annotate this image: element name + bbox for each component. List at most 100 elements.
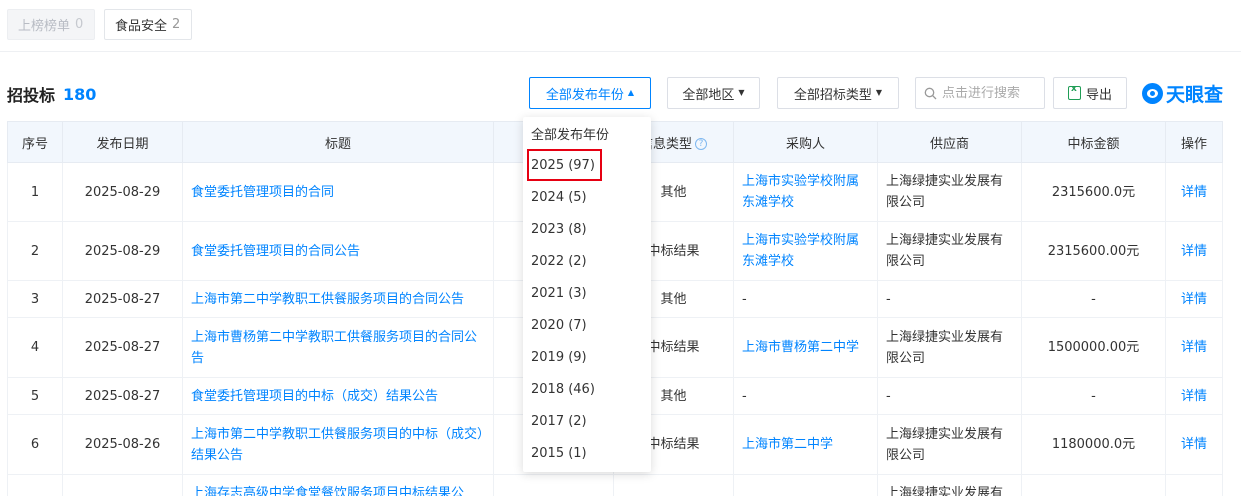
tab-count: 0: [75, 17, 84, 32]
cell-buyer: [733, 474, 878, 496]
detail-link[interactable]: 详情: [1165, 162, 1223, 222]
cell-amount: 1180000.0元: [1021, 414, 1166, 475]
cell-amount: [1021, 474, 1166, 496]
cell-title-link[interactable]: 上海存志高级中学食堂餐饮服务项目中标结果公: [182, 474, 494, 496]
caret-down-icon: ▼: [875, 88, 883, 97]
top-tab-bar: 上榜榜单 0 食品安全 2: [0, 0, 1241, 52]
tianyancha-logo: 天眼查: [1142, 80, 1223, 107]
tab-ranking-list: 上榜榜单 0: [7, 9, 95, 40]
cell-index: 3: [7, 280, 63, 318]
year-option-2015[interactable]: 2015 (1): [523, 437, 651, 469]
cell-supplier: -: [877, 280, 1022, 318]
region-filter-dropdown[interactable]: 全部地区 ▼: [667, 77, 760, 109]
cell-supplier: 上海绿捷实业发展有限公司: [877, 317, 1022, 378]
cell-supplier: 上海绿捷实业发展有限公司: [877, 221, 1022, 281]
cell-title-link[interactable]: 食堂委托管理项目的中标（成交）结果公告: [182, 377, 494, 415]
cell-supplier: -: [877, 377, 1022, 415]
cell-date: 2025-08-27: [62, 317, 183, 378]
table-row: 上海存志高级中学食堂餐饮服务项目中标结果公 上海绿捷实业发展有: [7, 474, 1223, 496]
caret-up-icon: ▲: [627, 88, 635, 97]
year-option-2018[interactable]: 2018 (46): [523, 373, 651, 405]
col-header-index: 序号: [7, 121, 63, 163]
cell-index: 5: [7, 377, 63, 415]
col-header-title: 标题: [182, 121, 494, 163]
section-count: 180: [63, 84, 97, 104]
year-option-2025[interactable]: 2025 (97): [527, 149, 602, 181]
detail-link[interactable]: 详情: [1165, 377, 1223, 415]
cell-buyer-link[interactable]: 上海市曹杨第二中学: [733, 317, 878, 378]
cell-info-type: [613, 474, 734, 496]
cell-index: [7, 474, 63, 496]
year-option-2024[interactable]: 2024 (5): [523, 181, 651, 213]
year-option-2019[interactable]: 2019 (9): [523, 341, 651, 373]
tab-label: 食品安全: [115, 19, 168, 34]
year-dropdown-menu: 全部发布年份 2025 (97) 2024 (5) 2023 (8) 2022 …: [523, 117, 651, 472]
cell-date: [62, 474, 183, 496]
year-option-2017[interactable]: 2017 (2): [523, 405, 651, 437]
cell-buyer-link[interactable]: 上海市第二中学: [733, 414, 878, 475]
cell-amount: 2315600.0元: [1021, 162, 1166, 222]
col-header-date: 发布日期: [62, 121, 183, 163]
detail-link[interactable]: 详情: [1165, 221, 1223, 281]
tab-label: 上榜榜单: [18, 19, 71, 34]
section-title: 招投标: [7, 86, 56, 105]
bid-type-filter-label: 全部招标类型: [793, 87, 872, 103]
col-header-amount: 中标金额: [1021, 121, 1166, 163]
year-option-2020[interactable]: 2020 (7): [523, 309, 651, 341]
excel-icon: [1067, 84, 1081, 100]
cell-supplier: 上海绿捷实业发展有限公司: [877, 162, 1022, 222]
cell-action: [1165, 474, 1223, 496]
col-header-buyer: 采购人: [733, 121, 878, 163]
cell-title-link[interactable]: 上海市第二中学教职工供餐服务项目的中标（成交）结果公告: [182, 414, 494, 475]
search-box: [915, 77, 1045, 109]
year-filter-dropdown[interactable]: 全部发布年份 ▲: [529, 77, 651, 109]
cell-title-link[interactable]: 上海市第二中学教职工供餐服务项目的合同公告: [182, 280, 494, 318]
cell-buyer: -: [733, 280, 878, 318]
year-filter-label: 全部发布年份: [545, 87, 624, 103]
cell-date: 2025-08-29: [62, 221, 183, 281]
cell-amount: -: [1021, 377, 1166, 415]
cell-amount: -: [1021, 280, 1166, 318]
tab-count: 2: [172, 17, 181, 32]
col-header-action: 操作: [1165, 121, 1223, 163]
export-label: 导出: [1085, 87, 1112, 103]
cell-buyer: -: [733, 377, 878, 415]
cell-supplier: 上海绿捷实业发展有: [877, 474, 1022, 496]
cell-amount: 1500000.00元: [1021, 317, 1166, 378]
year-option-2021[interactable]: 2021 (3): [523, 277, 651, 309]
year-option-2023[interactable]: 2023 (8): [523, 213, 651, 245]
logo-text: 天眼查: [1166, 84, 1224, 106]
cell-date: 2025-08-26: [62, 414, 183, 475]
year-option-2022[interactable]: 2022 (2): [523, 245, 651, 277]
cell-index: 1: [7, 162, 63, 222]
cell-title-link[interactable]: 食堂委托管理项目的合同公告: [182, 221, 494, 281]
bid-type-filter-dropdown[interactable]: 全部招标类型 ▼: [777, 77, 899, 109]
caret-down-icon: ▼: [738, 88, 745, 97]
cell-date: 2025-08-29: [62, 162, 183, 222]
logo-icon: [1142, 83, 1163, 104]
detail-link[interactable]: 详情: [1165, 317, 1223, 378]
cell-hidden: [493, 474, 614, 496]
cell-title-link[interactable]: 食堂委托管理项目的合同: [182, 162, 494, 222]
cell-index: 4: [7, 317, 63, 378]
help-icon[interactable]: ?: [695, 138, 707, 150]
cell-buyer-link[interactable]: 上海市实验学校附属东滩学校: [733, 162, 878, 222]
cell-index: 2: [7, 221, 63, 281]
cell-title-link[interactable]: 上海市曹杨第二中学教职工供餐服务项目的合同公告: [182, 317, 494, 378]
detail-link[interactable]: 详情: [1165, 414, 1223, 475]
cell-buyer-link[interactable]: 上海市实验学校附属东滩学校: [733, 221, 878, 281]
region-filter-label: 全部地区: [682, 87, 735, 103]
cell-amount: 2315600.00元: [1021, 221, 1166, 281]
cell-date: 2025-08-27: [62, 377, 183, 415]
cell-index: 6: [7, 414, 63, 475]
year-option-all[interactable]: 全部发布年份: [523, 117, 651, 149]
cell-date: 2025-08-27: [62, 280, 183, 318]
col-header-supplier: 供应商: [877, 121, 1022, 163]
search-icon: [924, 87, 937, 99]
search-input[interactable]: [942, 85, 1042, 101]
tab-food-safety[interactable]: 食品安全 2: [104, 9, 192, 40]
detail-link[interactable]: 详情: [1165, 280, 1223, 318]
cell-supplier: 上海绿捷实业发展有限公司: [877, 414, 1022, 475]
export-button[interactable]: 导出: [1053, 77, 1127, 109]
section-header: 招投标 180: [7, 82, 96, 106]
